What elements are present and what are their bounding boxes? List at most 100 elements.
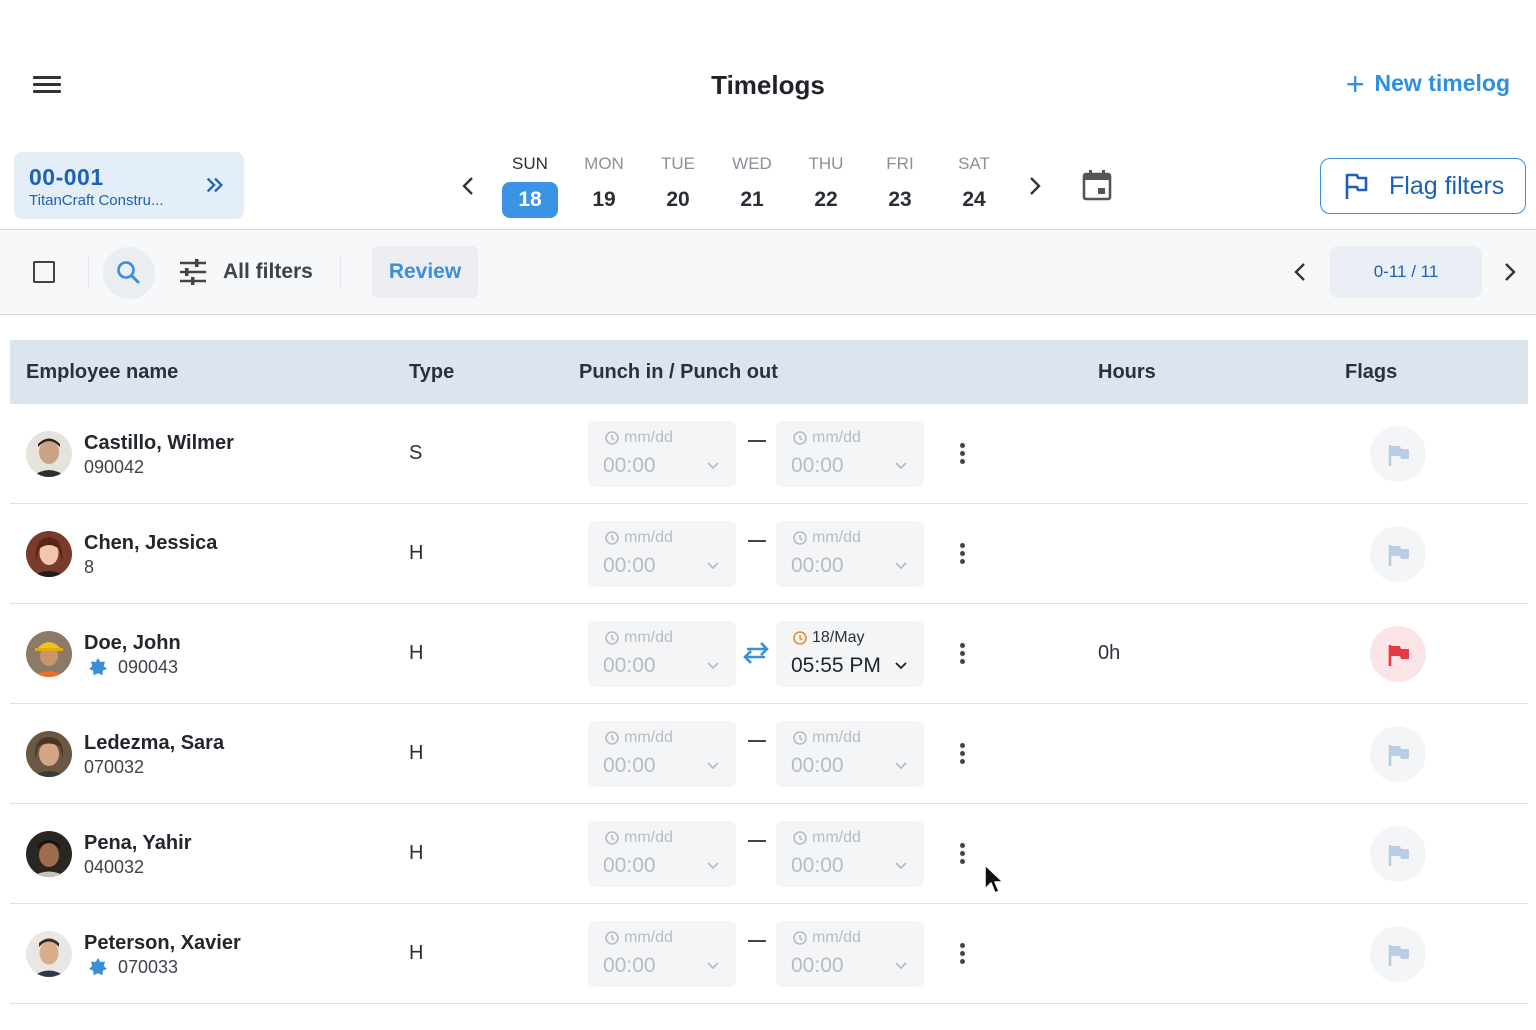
column-hours[interactable]: Hours (1098, 340, 1156, 404)
new-timelog-button[interactable]: + New timelog (1346, 68, 1510, 100)
punch-in-time: 00:00 (603, 454, 656, 477)
day-wed[interactable]: WED 21 (722, 152, 782, 218)
table-row[interactable]: Chen, Jessica 8 H mm/dd 00:00 mm/dd 00:0… (10, 504, 1528, 604)
next-week-icon[interactable] (1022, 172, 1048, 200)
all-filters-label: All filters (223, 260, 313, 283)
day-sat[interactable]: SAT 24 (944, 152, 1004, 218)
next-page-icon[interactable] (1498, 259, 1522, 285)
employee-name[interactable]: Pena, Yahir (84, 832, 191, 855)
day-fri[interactable]: FRI 23 (870, 152, 930, 218)
more-vertical-icon[interactable] (954, 440, 970, 470)
day-thu[interactable]: THU 22 (796, 152, 856, 218)
search-button[interactable] (103, 247, 155, 299)
punch-out-field[interactable]: mm/dd 00:00 (776, 521, 924, 587)
more-vertical-icon[interactable] (954, 740, 970, 770)
column-type[interactable]: Type (409, 340, 454, 404)
punch-out-field[interactable]: mm/dd 00:00 (776, 921, 924, 987)
employee-id: 090043 (118, 657, 179, 677)
flag-button[interactable] (1370, 826, 1426, 882)
punch-out-field[interactable]: 18/May 05:55 PM (776, 621, 924, 687)
punch-out-icon (793, 731, 807, 745)
day-name: THU (808, 154, 844, 173)
employee-name[interactable]: Ledezma, Sara (84, 732, 224, 755)
chevron-down-icon (707, 962, 719, 970)
punch-out-icon (793, 631, 807, 645)
flag-button[interactable] (1370, 926, 1426, 982)
table-row[interactable]: Peterson, Xavier 070033 H mm/dd 00:00 mm… (10, 904, 1528, 1004)
punch-in-field[interactable]: mm/dd 00:00 (588, 421, 736, 487)
company-selector[interactable]: 00-001 TitanCraft Constru... (14, 152, 244, 219)
day-mon[interactable]: MON 19 (574, 152, 634, 218)
flag-icon (1388, 745, 1409, 766)
flag-button[interactable] (1370, 426, 1426, 482)
punch-separator (748, 540, 766, 542)
punch-out-date: mm/dd (812, 429, 861, 446)
chevron-down-icon (707, 762, 719, 770)
table-header: Employee name Type Punch in / Punch out … (10, 340, 1528, 404)
more-vertical-icon[interactable] (954, 640, 970, 670)
punch-out-time: 00:00 (791, 954, 844, 977)
punch-in-time: 00:00 (603, 954, 656, 977)
punch-in-field[interactable]: mm/dd 00:00 (588, 521, 736, 587)
punch-in-icon (605, 431, 619, 445)
punch-in-time: 00:00 (603, 854, 656, 877)
table-row[interactable]: Doe, John 090043 H mm/dd 00:00 18/May 05… (10, 604, 1528, 704)
select-all-checkbox[interactable] (33, 261, 55, 283)
mouse-cursor-icon (984, 864, 1004, 894)
punch-out-time: 00:00 (791, 454, 844, 477)
punch-separator (748, 940, 766, 942)
employee-name[interactable]: Chen, Jessica (84, 532, 217, 555)
flag-button[interactable] (1370, 726, 1426, 782)
employee-name[interactable]: Doe, John (84, 632, 181, 655)
table-row[interactable]: Castillo, Wilmer 090042 S mm/dd 00:00 mm… (10, 404, 1528, 504)
flag-icon (1388, 645, 1409, 666)
punch-out-field[interactable]: mm/dd 00:00 (776, 421, 924, 487)
punch-out-date: 18/May (812, 629, 865, 646)
employee-type: H (409, 542, 424, 564)
flag-icon (1388, 945, 1409, 966)
punch-in-field[interactable]: mm/dd 00:00 (588, 821, 736, 887)
column-employee-name[interactable]: Employee name (26, 340, 178, 404)
punch-in-field[interactable]: mm/dd 00:00 (588, 721, 736, 787)
chevron-down-icon (895, 562, 907, 570)
punch-out-field[interactable]: mm/dd 00:00 (776, 821, 924, 887)
review-button[interactable]: Review (372, 246, 478, 298)
punch-separator (748, 440, 766, 442)
punch-in-date: mm/dd (624, 629, 673, 646)
table-row[interactable]: Ledezma, Sara 070032 H mm/dd 00:00 mm/dd… (10, 704, 1528, 804)
day-tue[interactable]: TUE 20 (648, 152, 708, 218)
flag-button[interactable] (1370, 526, 1426, 582)
day-sun[interactable]: SUN 18 (500, 152, 560, 218)
punch-in-field[interactable]: mm/dd 00:00 (588, 921, 736, 987)
chevron-down-icon (895, 762, 907, 770)
punch-in-time: 00:00 (603, 554, 656, 577)
column-flags[interactable]: Flags (1345, 340, 1397, 404)
flag-button[interactable] (1370, 626, 1426, 682)
swap-arrows-icon[interactable] (741, 640, 771, 666)
column-punch[interactable]: Punch in / Punch out (579, 340, 778, 404)
calendar-icon[interactable] (1081, 168, 1113, 202)
punch-in-date: mm/dd (624, 829, 673, 846)
punch-out-field[interactable]: mm/dd 00:00 (776, 721, 924, 787)
previous-page-icon[interactable] (1288, 259, 1312, 285)
day-date: 20 (666, 188, 690, 211)
more-vertical-icon[interactable] (954, 840, 970, 870)
employee-type: H (409, 742, 424, 764)
punch-in-date: mm/dd (624, 529, 673, 546)
day-name: MON (584, 154, 624, 173)
all-filters-button[interactable]: All filters (177, 254, 313, 290)
chevron-down-icon (707, 462, 719, 470)
punch-in-icon (605, 831, 619, 845)
flag-filters-button[interactable]: Flag filters (1320, 158, 1526, 214)
employee-id: 090042 (84, 457, 145, 477)
employee-name[interactable]: Castillo, Wilmer (84, 432, 234, 455)
punch-in-field[interactable]: mm/dd 00:00 (588, 621, 736, 687)
more-vertical-icon[interactable] (954, 940, 970, 970)
star-badge-icon (89, 958, 107, 976)
employee-type: S (409, 442, 423, 464)
avatar (26, 631, 72, 677)
previous-week-icon[interactable] (455, 172, 481, 200)
table-row[interactable]: Pena, Yahir 040032 H mm/dd 00:00 mm/dd 0… (10, 804, 1528, 904)
employee-name[interactable]: Peterson, Xavier (84, 932, 241, 955)
more-vertical-icon[interactable] (954, 540, 970, 570)
